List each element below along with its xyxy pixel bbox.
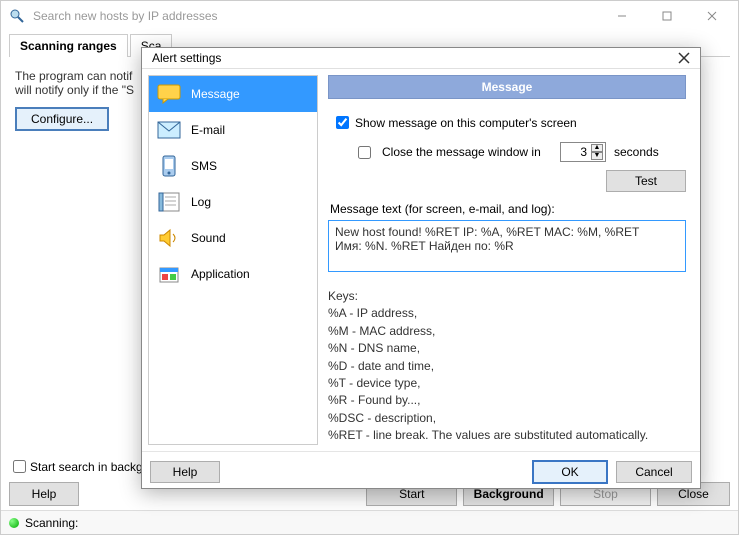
email-icon <box>157 118 181 142</box>
key-line: %N - DNS name, <box>328 340 686 357</box>
settings-panel: Message Show message on this computer's … <box>324 69 700 451</box>
sidebar-item-sms[interactable]: SMS <box>149 148 317 184</box>
sidebar-item-label: Application <box>191 267 250 281</box>
sms-icon <box>157 154 181 178</box>
window-controls <box>599 2 734 30</box>
maximize-button[interactable] <box>644 2 689 30</box>
key-line: %RET - line break. The values are substi… <box>328 427 686 444</box>
dialog-titlebar: Alert settings <box>142 48 700 68</box>
close-window-row: Close the message window in ▲ ▼ seconds <box>354 142 686 162</box>
close-button[interactable] <box>689 2 734 30</box>
close-seconds-unit: seconds <box>614 145 659 159</box>
key-line: %M - MAC address, <box>328 323 686 340</box>
close-window-label: Close the message window in <box>382 145 552 159</box>
dialog-body: Message E-mail SMS Log Sound <box>142 68 700 451</box>
key-line: %A - IP address, <box>328 305 686 322</box>
app-icon <box>9 8 25 24</box>
key-line: %D - date and time, <box>328 358 686 375</box>
minimize-button[interactable] <box>599 2 644 30</box>
key-line: %R - Found by..., <box>328 392 686 409</box>
sidebar-item-label: Log <box>191 195 211 209</box>
close-seconds-spinner[interactable]: ▲ ▼ <box>560 142 606 162</box>
ok-button[interactable]: OK <box>532 460 608 484</box>
tab-scanning-ranges[interactable]: Scanning ranges <box>9 34 128 57</box>
help-button[interactable]: Help <box>9 482 79 506</box>
dialog-help-button[interactable]: Help <box>150 461 220 483</box>
start-in-background-checkbox[interactable] <box>13 460 26 473</box>
sidebar-item-log[interactable]: Log <box>149 184 317 220</box>
sound-icon <box>157 226 181 250</box>
cancel-button[interactable]: Cancel <box>616 461 692 483</box>
main-window: Search new hosts by IP addresses Scannin… <box>0 0 739 535</box>
message-icon <box>157 82 181 106</box>
sidebar-item-label: E-mail <box>191 123 225 137</box>
dialog-close-button[interactable] <box>674 48 694 68</box>
sidebar-item-sound[interactable]: Sound <box>149 220 317 256</box>
close-window-checkbox[interactable] <box>358 146 371 159</box>
panel-header: Message <box>328 75 686 99</box>
keys-help: Keys: %A - IP address, %M - MAC address,… <box>328 288 686 445</box>
window-title: Search new hosts by IP addresses <box>33 9 599 23</box>
sidebar-item-label: Sound <box>191 231 226 245</box>
key-line: %T - device type, <box>328 375 686 392</box>
spinner-up-icon[interactable]: ▲ <box>591 144 603 152</box>
show-message-row: Show message on this computer's screen <box>332 113 686 132</box>
show-message-checkbox[interactable] <box>336 116 349 129</box>
log-icon <box>157 190 181 214</box>
statusbar: Scanning: <box>1 510 738 534</box>
sidebar-item-label: Message <box>191 87 240 101</box>
key-line: %DSC - description, <box>328 410 686 427</box>
application-icon <box>157 262 181 286</box>
close-seconds-input[interactable] <box>563 145 589 159</box>
sidebar-item-email[interactable]: E-mail <box>149 112 317 148</box>
titlebar: Search new hosts by IP addresses <box>1 1 738 31</box>
start-in-background-label: Start search in backgro <box>30 460 153 474</box>
configure-button[interactable]: Configure... <box>15 107 109 131</box>
status-indicator-icon <box>9 518 19 528</box>
dialog-title: Alert settings <box>152 51 674 65</box>
show-message-label: Show message on this computer's screen <box>355 116 577 130</box>
message-text-area[interactable]: New host found! %RET IP: %A, %RET MAC: %… <box>328 220 686 272</box>
keys-title: Keys: <box>328 288 686 305</box>
sidebar-item-message[interactable]: Message <box>149 76 317 112</box>
spinner-down-icon[interactable]: ▼ <box>591 152 603 160</box>
status-text: Scanning: <box>25 516 78 530</box>
alert-settings-dialog: Alert settings Message E-mail SMS <box>141 47 701 489</box>
sidebar-item-application[interactable]: Application <box>149 256 317 292</box>
sidebar-item-label: SMS <box>191 159 217 173</box>
message-text-label: Message text (for screen, e-mail, and lo… <box>330 202 686 216</box>
dialog-button-bar: Help OK Cancel <box>142 451 700 492</box>
test-button[interactable]: Test <box>606 170 686 192</box>
alert-type-sidebar: Message E-mail SMS Log Sound <box>148 75 318 445</box>
